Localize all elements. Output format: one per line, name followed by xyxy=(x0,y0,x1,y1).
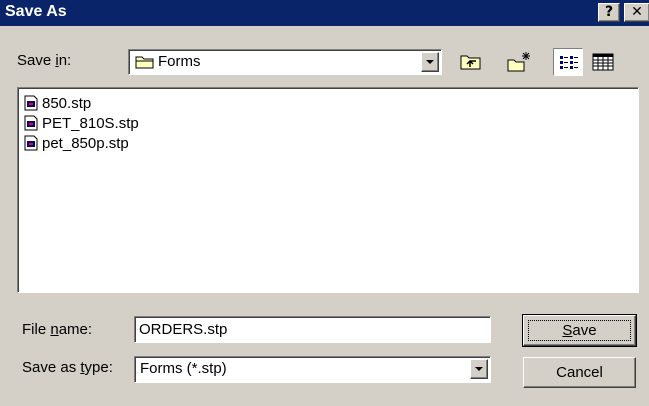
save-in-dropdown[interactable]: Forms xyxy=(128,49,442,75)
save-as-type-dropdown[interactable]: Forms (*.stp) xyxy=(134,356,491,383)
save-as-type-label: Save as type: xyxy=(22,359,113,376)
list-item[interactable]: 850.stp xyxy=(24,93,91,113)
save-as-type-value: Forms (*.stp) xyxy=(140,360,227,377)
folder-up-icon xyxy=(460,53,482,75)
file-name-label: File name: xyxy=(22,321,93,338)
details-view-icon xyxy=(592,53,614,75)
save-in-label: Save in: xyxy=(17,52,72,69)
list-view-icon xyxy=(559,54,579,74)
file-name: 850.stp xyxy=(42,94,92,112)
save-button[interactable]: Save xyxy=(522,314,637,347)
title-bar[interactable]: Save As ? ✕ xyxy=(0,0,649,26)
list-item[interactable]: pet_850p.stp xyxy=(24,133,129,153)
help-icon: ? xyxy=(604,4,614,20)
file-name: PET_810S.stp xyxy=(42,114,139,132)
list-item[interactable]: PET_810S.stp xyxy=(24,113,139,133)
save-in-value: Forms xyxy=(158,53,201,70)
details-view-button[interactable] xyxy=(587,48,617,76)
list-view-button[interactable] xyxy=(553,48,583,76)
cancel-button[interactable]: Cancel xyxy=(523,357,636,388)
cancel-button-label: Cancel xyxy=(556,364,603,381)
file-list[interactable]: 850.stp PET_810S.stp pet_850p.stp xyxy=(17,87,639,293)
stp-file-icon xyxy=(24,115,39,131)
up-one-level-button[interactable] xyxy=(456,48,486,76)
close-icon: ✕ xyxy=(631,4,643,20)
file-name-field[interactable] xyxy=(134,316,491,343)
chevron-down-icon[interactable] xyxy=(421,52,439,72)
help-button[interactable]: ? xyxy=(598,3,620,22)
close-button[interactable]: ✕ xyxy=(624,3,649,22)
stp-file-icon xyxy=(24,95,39,111)
folder-icon xyxy=(135,54,155,74)
save-as-dialog: Save As ? ✕ Save in: Forms 850.stp PET_8… xyxy=(0,0,649,406)
new-folder-icon xyxy=(507,51,531,77)
stp-file-icon xyxy=(24,135,39,151)
save-button-label: Save xyxy=(562,322,597,339)
dialog-title: Save As xyxy=(5,3,67,20)
file-name: pet_850p.stp xyxy=(42,134,129,152)
chevron-down-icon[interactable] xyxy=(470,359,488,379)
create-new-folder-button[interactable] xyxy=(504,48,534,76)
